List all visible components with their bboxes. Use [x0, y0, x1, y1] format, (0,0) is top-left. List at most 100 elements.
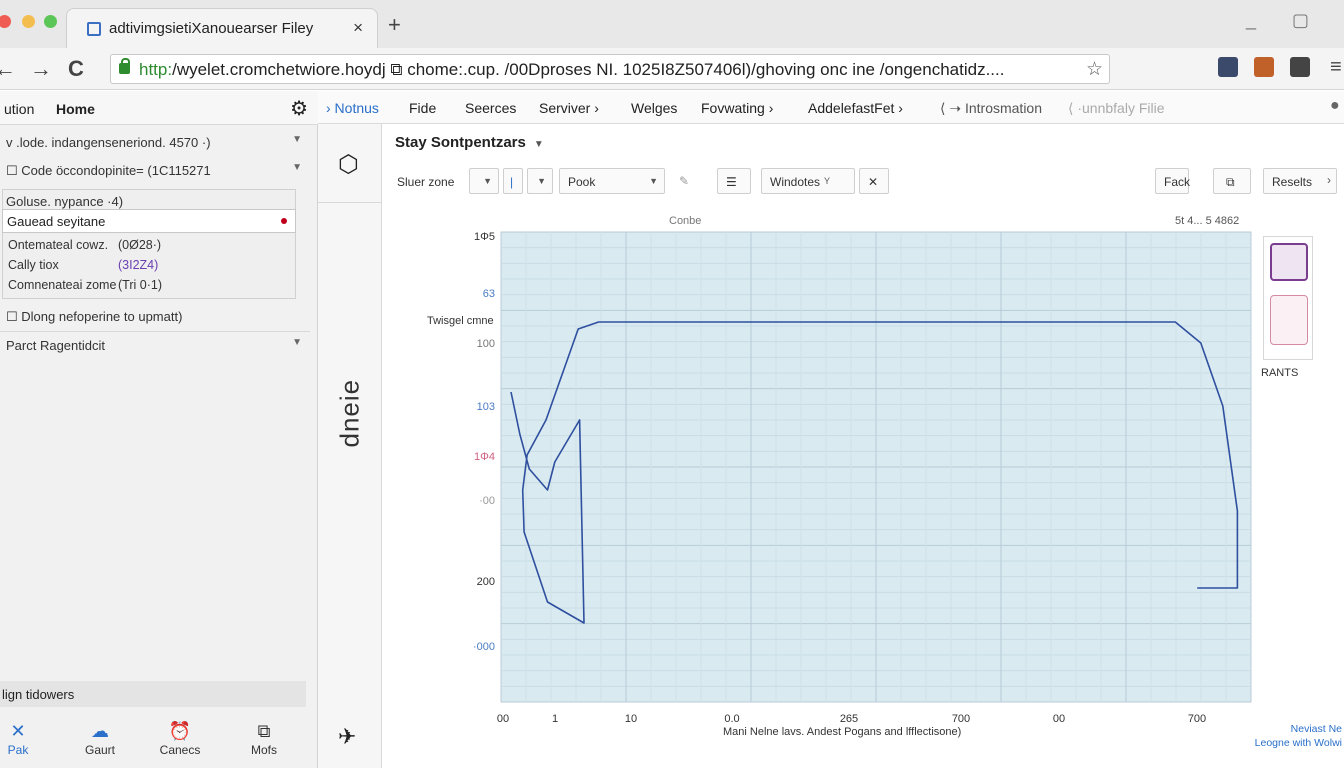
alarm-icon: ⏰: [168, 721, 192, 741]
chevron-down-icon: ▼: [649, 176, 658, 186]
chevron-right-icon[interactable]: ›: [1327, 173, 1331, 187]
new-tab-button[interactable]: +: [388, 12, 401, 38]
sidebar-item[interactable]: v .lode. indangenseneriond. 4570 ·) ▼: [0, 129, 310, 155]
url-path: /wyelet.cromchetwiore.hoydj ⧉ chome:.cup…: [172, 60, 1005, 79]
app-menu-bar: › Notnus Fide Seerces Serviver › Welges …: [318, 91, 1344, 124]
browser-tab[interactable]: adtivimgsietiXanouearser Filey ×: [66, 8, 378, 48]
pook-dropdown[interactable]: Pook ▼: [559, 168, 665, 194]
plane-icon[interactable]: ✈: [338, 724, 356, 750]
y-tick-label: 100: [477, 338, 495, 350]
stat-row: Cally tiox (3I2Z4): [8, 258, 158, 272]
stat-value: (3I2Z4): [118, 258, 159, 272]
thumbnail-image[interactable]: [1270, 295, 1308, 345]
back-icon[interactable]: ←: [0, 56, 16, 82]
extension-icon[interactable]: [1254, 57, 1274, 77]
hexagon-icon[interactable]: ⬡: [338, 150, 359, 179]
nav-item-canecs[interactable]: ⏰ Canecs: [150, 721, 210, 757]
filter-dropdown[interactable]: ▼: [469, 168, 499, 194]
main-panel: Stay Sontpentzars ▼ Sluer zone ▼ | ▼ Pook…: [383, 124, 1344, 768]
chevron-down-icon: ▼: [537, 176, 546, 186]
tool-strip: ⬡ dneie ✈: [318, 124, 382, 768]
zoom-window-icon[interactable]: [44, 15, 57, 28]
x-tick-label: 700: [952, 713, 970, 725]
sidebar-bottom-nav: ✕ Pak ☁ Gaurt ⏰ Canecs ⧉ Mofs: [0, 717, 318, 768]
x-icon: ✕: [10, 721, 26, 741]
sidebar-checkbox-row[interactable]: ☐ Dlong nefoperine to upmatt): [0, 303, 310, 329]
sidebar: ution Home ⚙ v .lode. indangenseneriond.…: [0, 91, 318, 768]
menu-item[interactable]: Serviver ›: [539, 100, 599, 116]
window-icon: ⧉: [257, 721, 271, 741]
pencil-icon[interactable]: ✎: [679, 174, 689, 188]
browser-toolbar: ← → C http:/wyelet.cromchetwiore.hoydj ⧉…: [0, 48, 1344, 90]
thumbnails-label: RANTS: [1261, 367, 1299, 379]
chevron-down-icon: ▼: [292, 337, 302, 348]
x-tick-label: 10: [625, 713, 637, 725]
page-icon: [87, 22, 101, 36]
cloud-icon: ☁: [91, 721, 109, 741]
resets-button[interactable]: Reselts: [1263, 168, 1337, 194]
align-icon: ☰: [726, 175, 737, 189]
nav-item-gaurt[interactable]: ☁ Gaurt: [70, 721, 130, 757]
filter-icon: Y: [823, 176, 830, 186]
profile-icon[interactable]: ●: [1330, 97, 1340, 115]
extension-icon[interactable]: [1218, 57, 1238, 77]
filter-more[interactable]: ▼: [527, 168, 553, 194]
filter-toggle[interactable]: |: [503, 168, 523, 194]
menu-item[interactable]: Welges: [631, 100, 677, 116]
vertical-label: dneie: [334, 378, 365, 448]
stat-label: Cally tiox: [8, 258, 59, 272]
minimize-icon[interactable]: _: [1246, 10, 1256, 31]
stat-label: Comnenateai zome: [8, 278, 117, 292]
stat-value: (Tri 0·1): [118, 278, 162, 292]
close-window-icon[interactable]: [0, 15, 11, 28]
pack-button[interactable]: Fack: [1155, 168, 1190, 194]
gear-icon[interactable]: ⚙: [290, 96, 308, 121]
sidebar-item[interactable]: ☐ Code öccondopinite= (1C115271 ▼: [0, 157, 310, 183]
nav-item-pak[interactable]: ✕ Pak: [0, 721, 48, 757]
stat-value: (0Ø28·): [118, 238, 162, 252]
menu-item[interactable]: Fovwating ›: [701, 100, 773, 116]
menu-item[interactable]: ⟨ ·unnbfaly Filie: [1068, 100, 1165, 117]
copy-button[interactable]: ⧉: [1213, 168, 1251, 194]
menu-icon[interactable]: ≡: [1330, 56, 1342, 79]
sidebar-title[interactable]: Home: [56, 101, 95, 117]
chevron-down-icon: ▼: [483, 176, 492, 186]
menu-item[interactable]: › Notnus: [326, 100, 379, 116]
forward-icon[interactable]: →: [30, 56, 52, 82]
sidebar-footer-label: lign tidowers: [2, 687, 75, 702]
address-bar[interactable]: http:/wyelet.cromchetwiore.hoydj ⧉ chome…: [110, 54, 1110, 84]
x-tick-label: 265: [840, 713, 858, 725]
legend-note: Neviast Ne Leogne with Wolwi: [1255, 722, 1342, 750]
divider: [318, 202, 382, 203]
y-tick-label: 1Φ5: [474, 231, 495, 243]
windotes-dropdown[interactable]: Windotes Y: [761, 168, 855, 194]
menu-item[interactable]: AddelefastFet ›: [808, 100, 903, 116]
nav-item-mofs[interactable]: ⧉ Mofs: [234, 721, 294, 757]
browser-tab-bar: adtivimgsietiXanouearser Filey × + _ ▢: [0, 0, 1344, 48]
x-axis-label: Mani Nelne lavs. Andest Pogans and lffle…: [723, 726, 961, 738]
stat-row: Comnenateai zome (Tri 0·1): [8, 278, 162, 292]
minimize-window-icon[interactable]: [22, 15, 35, 28]
menu-item[interactable]: Fide: [409, 100, 436, 116]
url-scheme: http:: [139, 60, 173, 79]
clear-filter-button[interactable]: ✕: [859, 168, 889, 194]
menu-item[interactable]: ⟨ ➝ Introsmation: [940, 100, 1042, 117]
star-icon[interactable]: ☆: [1086, 58, 1103, 81]
sidebar-item[interactable]: Parct Ragentidcit ▼: [0, 331, 310, 357]
sidebar-input[interactable]: Gauead seyitane: [2, 209, 296, 233]
close-tab-icon[interactable]: ×: [353, 18, 363, 38]
chevron-down-icon: ▼: [292, 134, 302, 145]
maximize-icon[interactable]: ▢: [1292, 10, 1309, 31]
y-tick-label: ·00: [479, 495, 495, 507]
close-icon: ✕: [868, 175, 879, 189]
x-axis-ticks: 00 1 10 0.0 265 700 00 700: [497, 713, 1206, 725]
align-button[interactable]: ☰: [717, 168, 751, 194]
panel-title[interactable]: Stay Sontpentzars ▼: [395, 134, 544, 151]
x-tick-label: 700: [1188, 713, 1206, 725]
thumbnail-image[interactable]: [1270, 243, 1308, 281]
menu-item[interactable]: Seerces: [465, 100, 516, 116]
reload-icon[interactable]: C: [68, 56, 84, 82]
chart-grid: [500, 231, 1252, 703]
extension-icon[interactable]: [1290, 57, 1310, 77]
sidebar-footer-row[interactable]: lign tidowers: [0, 681, 306, 707]
